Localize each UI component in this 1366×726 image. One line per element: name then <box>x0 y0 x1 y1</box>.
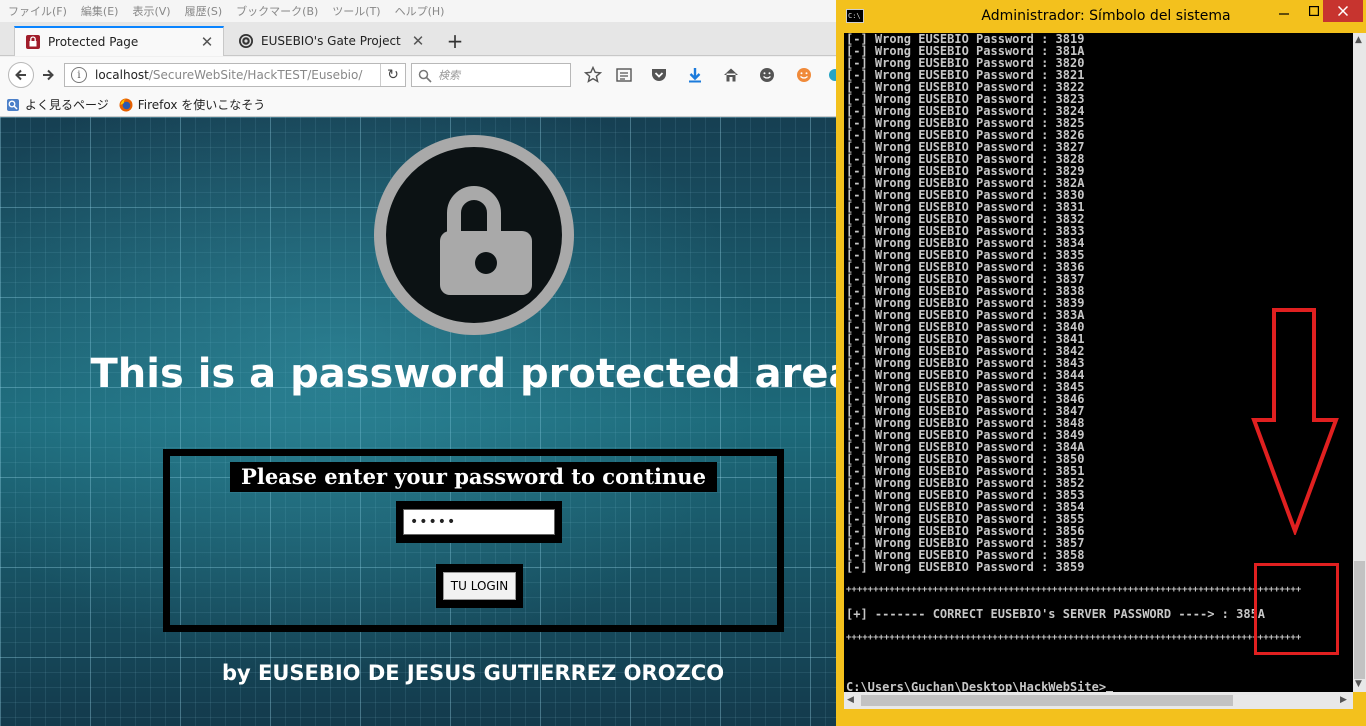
arrow-left-icon <box>15 69 26 81</box>
info-icon[interactable]: i <box>71 67 87 83</box>
scroll-left-icon[interactable]: ◀ <box>847 695 854 705</box>
search-icon <box>418 68 432 83</box>
star-icon[interactable] <box>583 65 603 85</box>
menu-history[interactable]: 履歴(S) <box>185 3 223 19</box>
search-placeholder: 検索 <box>438 69 460 82</box>
url-bar[interactable]: i localhost/SecureWebSite/HackTEST/Euseb… <box>64 63 406 87</box>
forward-button[interactable] <box>36 63 60 87</box>
home-icon[interactable] <box>721 65 741 85</box>
back-button[interactable] <box>8 62 34 88</box>
menu-view[interactable]: 表示(V) <box>132 3 170 19</box>
login-prompt: Please enter your password to continue <box>230 462 717 492</box>
password-input[interactable]: ••••• <box>403 509 555 535</box>
login-button[interactable]: TU LOGIN <box>443 572 516 600</box>
close-tab-icon[interactable]: ✕ <box>199 33 215 51</box>
menu-help[interactable]: ヘルプ(H) <box>395 3 445 19</box>
minimize-icon[interactable] <box>1269 0 1299 22</box>
download-icon[interactable] <box>685 65 705 85</box>
firefox-logo-icon <box>119 98 133 111</box>
bookmarks-toolbar: よく見るページ Firefox を使いこなそう <box>0 93 836 117</box>
close-tab-icon[interactable]: ✕ <box>410 32 426 50</box>
reader-list-icon[interactable] <box>614 65 634 85</box>
vertical-scroll-thumb[interactable] <box>1354 561 1365 679</box>
prompt-text: C:\Users\Guchan\Desktop\HackWebSite> <box>846 680 1107 692</box>
tab-bar: Protected Page ✕ EUSEBIO's Gate Project … <box>0 22 836 56</box>
pocket-icon[interactable] <box>649 65 669 85</box>
nav-bar: i localhost/SecureWebSite/HackTEST/Euseb… <box>0 57 836 93</box>
login-button-frame: TU LOGIN <box>436 564 523 608</box>
bookmark-most-visited[interactable]: よく見るページ <box>6 96 109 113</box>
firefox-window: ファイル(F) 編集(E) 表示(V) 履歴(S) ブックマーク(B) ツール(… <box>0 0 836 726</box>
menu-edit[interactable]: 編集(E) <box>81 3 119 19</box>
horizontal-scrollbar[interactable]: ◀ ▶ <box>844 692 1353 709</box>
site-favicon-icon <box>238 33 254 49</box>
tab-label: EUSEBIO's Gate Project <box>261 34 401 48</box>
url-path: /SecureWebSite/HackTEST/Eusebio/ <box>148 68 363 82</box>
bookmark-label: Firefox を使いこなそう <box>137 98 266 112</box>
horizontal-scroll-thumb[interactable] <box>861 695 1233 706</box>
author-credit: by EUSEBIO DE JESUS GUTIERREZ OROZCO <box>221 661 725 685</box>
password-frame: ••••• <box>396 501 562 543</box>
bookmark-folder-icon <box>7 98 19 111</box>
menu-file[interactable]: ファイル(F) <box>8 3 67 19</box>
url-host: localhost <box>95 68 149 82</box>
login-form: Please enter your password to continue •… <box>163 449 784 632</box>
command-prompt[interactable]: C:\Users\Guchan\Desktop\HackWebSite> <box>846 680 1114 692</box>
close-icon[interactable] <box>1323 0 1363 22</box>
red-highlight-box <box>1254 563 1339 655</box>
scroll-down-icon[interactable]: ▼ <box>1355 679 1362 689</box>
extension-icon[interactable] <box>826 65 836 85</box>
url-text[interactable]: localhost/SecureWebSite/HackTEST/Eusebio… <box>95 68 380 82</box>
page-title: This is a password protected area <box>90 351 837 397</box>
arrow-right-icon <box>43 69 54 81</box>
search-bar[interactable]: 検索 <box>411 63 571 87</box>
emoji-icon[interactable] <box>794 65 814 85</box>
bookmark-label: よく見るページ <box>25 98 109 112</box>
menu-bookmarks[interactable]: ブックマーク(B) <box>236 3 318 19</box>
result-line: [+] ------- CORRECT EUSEBIO's SERVER PAS… <box>846 607 1266 621</box>
tab-protected-page[interactable]: Protected Page ✕ <box>14 26 224 56</box>
web-page: This is a password protected area Please… <box>0 117 836 726</box>
smiley-icon[interactable] <box>757 65 777 85</box>
cmd-titlebar[interactable]: C:\ Administrador: Símbolo del sistema <box>836 0 1366 33</box>
menu-tools[interactable]: ツール(T) <box>332 3 380 19</box>
tab-gate-project[interactable]: EUSEBIO's Gate Project ✕ <box>228 26 434 56</box>
lock-icon <box>374 135 574 335</box>
lock-favicon-icon <box>25 34 41 50</box>
tab-label: Protected Page <box>48 35 139 49</box>
menu-bar: ファイル(F) 編集(E) 表示(V) 履歴(S) ブックマーク(B) ツール(… <box>0 0 836 22</box>
bookmark-firefox-tips[interactable]: Firefox を使いこなそう <box>119 96 266 113</box>
new-tab-button[interactable]: + <box>442 28 468 54</box>
red-arrow-annotation <box>1251 308 1339 535</box>
vertical-scrollbar[interactable]: ▲ ▼ <box>1353 33 1366 692</box>
scroll-up-icon[interactable]: ▲ <box>1355 35 1362 45</box>
reload-icon[interactable]: ↻ <box>380 64 405 86</box>
scroll-right-icon[interactable]: ▶ <box>1340 695 1347 705</box>
